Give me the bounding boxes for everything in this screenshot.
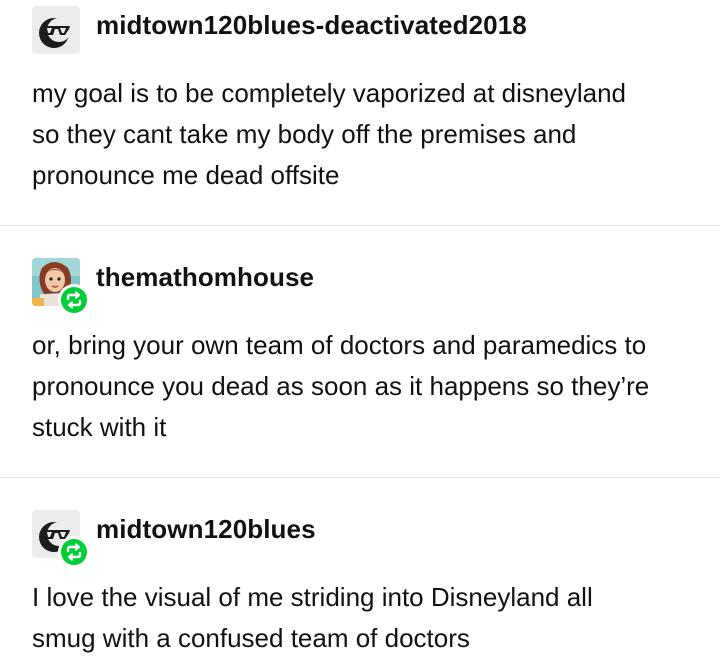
post-body-line: pronounce you dead as soon as it happens… [32, 371, 650, 401]
post-body-line: my goal is to be completely vaporized at… [32, 78, 626, 108]
avatar[interactable] [32, 258, 90, 316]
avatar[interactable] [32, 6, 80, 54]
post-body-line: or, bring your own team of doctors and p… [32, 330, 647, 360]
post-body-line: so they cant take my body off the premis… [32, 119, 577, 149]
post-body-line: stuck with it [32, 412, 167, 442]
post-body-line: smug with a confused team of doctors [32, 623, 470, 653]
post-body-line: pronounce me dead offsite [32, 160, 340, 190]
reblog-badge [58, 284, 90, 316]
reblog-icon [61, 539, 87, 565]
post-body: I love the visual of me striding into Di… [32, 577, 702, 659]
post-item: midtown120blues-deactivated2018 my goal … [0, 0, 720, 226]
post-body: or, bring your own team of doctors and p… [32, 325, 702, 448]
post-item: midtown120blues I love the visual of me … [0, 478, 720, 666]
post-username[interactable]: midtown120blues-deactivated2018 [96, 10, 527, 41]
reblog-badge [58, 536, 90, 568]
post-item: themathomhouse or, bring your own team o… [0, 226, 720, 478]
post-username[interactable]: themathomhouse [96, 262, 314, 293]
post-body: my goal is to be completely vaporized at… [32, 73, 702, 196]
post-username[interactable]: midtown120blues [96, 514, 316, 545]
sunglasses-face-icon [32, 6, 80, 54]
post-body-line: I love the visual of me striding into Di… [32, 582, 593, 612]
reblog-icon [61, 287, 87, 313]
avatar[interactable] [32, 510, 90, 568]
